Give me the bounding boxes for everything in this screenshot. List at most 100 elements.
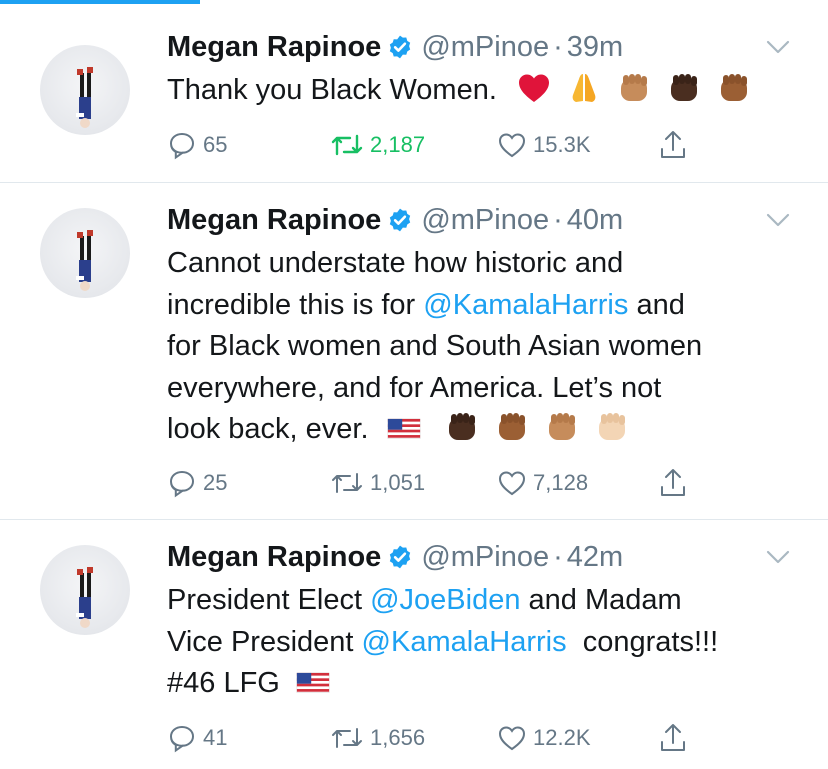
like-button[interactable]: 15.3K [497,127,591,163]
avatar[interactable] [40,545,130,635]
reply-count: 41 [203,725,228,750]
tweet-actions: 25 1,051 7,128 [167,465,727,501]
like-count: 7,128 [533,470,589,495]
text-line: Vice President @KamalaHarris congrats!!! [167,622,807,664]
chevron-down-icon[interactable] [766,39,790,55]
author-name[interactable]: Megan Rapinoe [167,204,381,237]
heart-icon [498,471,526,496]
text-segment: President Elect [167,584,371,616]
text-segment: look back, ever. [167,413,369,445]
us-flag-emoji [296,664,334,698]
separator-dot: · [553,203,563,236]
text-segment: for Black women and South Asian women [167,330,703,362]
tweet-header: Megan Rapinoe @mPinoe · 39m [167,27,623,67]
reply-icon [169,726,195,753]
tweet-actions: 41 1,656 12.2K [167,720,727,756]
raised-fist-dark-emoji [667,71,701,105]
avatar[interactable] [40,45,130,135]
text-line: look back, ever. [167,409,807,451]
tweet-1[interactable]: Megan Rapinoe @mPinoe · 39m Thank you Bl… [0,0,828,183]
text-line: #46 LFG [167,663,807,705]
text-line: everywhere, and for America. Let’s not [167,368,807,410]
reply-icon [169,133,195,160]
share-icon [661,724,685,751]
text-line: Cannot understate how historic and [167,243,807,285]
raised-fist-dark-emoji [445,410,479,444]
reply-button[interactable]: 65 [167,127,227,163]
raised-fist-light-emoji [595,410,629,444]
retweet-icon [332,728,362,748]
us-flag-emoji [387,410,425,444]
retweet-button[interactable]: 2,187 [330,127,425,163]
hashtag-text: #46 LFG [167,667,280,699]
mention-link[interactable]: @KamalaHarris [423,289,628,321]
tweet-2[interactable]: Megan Rapinoe @mPinoe · 40m Cannot under… [0,183,828,520]
like-count: 15.3K [533,132,591,157]
text-segment: and Madam [520,584,682,616]
like-button[interactable]: 7,128 [497,465,588,501]
like-button[interactable]: 12.2K [497,720,591,756]
text-segment: everywhere, and for America. Let’s not [167,371,662,404]
retweet-count: 1,656 [370,725,426,750]
separator-dot: · [553,540,563,573]
red-heart-emoji [517,71,551,105]
verified-badge-icon [387,207,413,233]
chevron-down-icon[interactable] [766,212,790,228]
text-segment: Vice President [167,625,362,658]
text-line: President Elect @JoeBiden and Madam [167,580,807,622]
heart-icon [498,726,526,751]
tweet-text-segment: Thank you Black Women. [167,74,497,106]
tweet-timestamp[interactable]: 40m [567,204,623,237]
share-button[interactable] [658,127,688,163]
avatar[interactable] [40,208,130,298]
author-handle[interactable]: @mPinoe [421,204,549,237]
raised-fist-medium-dark-emoji [495,410,529,444]
retweet-count: 1,051 [370,470,426,495]
text-line: for Black women and South Asian women [167,326,807,368]
tweet-actions: 65 2,187 15.3K [167,127,727,163]
retweet-count: 2,187 [370,132,426,157]
share-button[interactable] [658,465,688,501]
heart-icon [498,133,526,158]
retweet-button[interactable]: 1,656 [330,720,425,756]
reply-count: 25 [203,470,228,495]
raised-fist-medium-dark-emoji [717,71,751,105]
share-icon [661,469,685,496]
like-count: 12.2K [533,725,591,750]
text-line: incredible this is for @KamalaHarris and [167,285,807,327]
tweet-text: Thank you Black Women. [167,70,807,112]
mention-link[interactable]: @KamalaHarris [362,626,567,658]
author-name[interactable]: Megan Rapinoe [167,541,381,574]
raised-fist-medium-emoji [617,71,651,105]
raised-fist-medium-emoji [545,410,579,444]
retweet-button[interactable]: 1,051 [330,465,425,501]
share-icon [661,131,685,158]
retweet-icon [331,134,363,156]
tweet-3[interactable]: Megan Rapinoe @mPinoe · 42m President El… [0,520,828,769]
reply-count: 65 [203,132,228,157]
tweet-timestamp[interactable]: 39m [567,31,623,64]
folded-hands-emoji [567,71,601,105]
reply-button[interactable]: 25 [167,465,227,501]
tweet-header: Megan Rapinoe @mPinoe · 40m [167,200,623,240]
tweet-timestamp[interactable]: 42m [567,541,623,574]
verified-badge-icon [387,544,413,570]
author-name[interactable]: Megan Rapinoe [167,31,381,64]
author-handle[interactable]: @mPinoe [421,31,549,64]
author-handle[interactable]: @mPinoe [421,541,549,574]
text-segment: Cannot understate how historic and [167,247,624,279]
reply-icon [169,471,195,498]
share-button[interactable] [658,720,688,756]
retweet-icon [332,473,362,493]
tweet-header: Megan Rapinoe @mPinoe · 42m [167,537,623,577]
tweet-text: Cannot understate how historic and incre… [167,243,807,451]
separator-dot: · [553,30,563,63]
verified-badge-icon [387,34,413,60]
mention-link[interactable]: @JoeBiden [370,584,520,616]
text-segment: incredible this is for [167,288,424,321]
text-segment: and [628,288,685,321]
chevron-down-icon[interactable] [766,549,790,565]
text-segment: congrats!!! [566,625,719,658]
tweet-text: President Elect @JoeBiden and Madam Vice… [167,580,807,705]
reply-button[interactable]: 41 [167,720,227,756]
